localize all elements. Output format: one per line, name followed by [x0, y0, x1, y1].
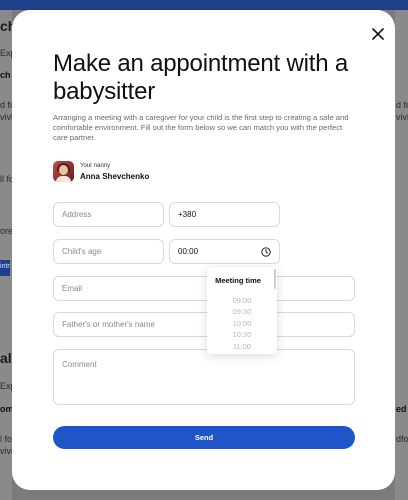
child-age-placeholder: Child's age — [62, 247, 102, 256]
time-option[interactable]: 11:00 — [207, 342, 277, 351]
time-option[interactable]: 10:00 — [207, 319, 277, 328]
parent-name-input[interactable]: Father's or mother's name — [53, 312, 355, 337]
dropdown-scrollbar[interactable] — [274, 269, 276, 289]
time-option[interactable]: 09:00 — [207, 296, 277, 305]
phone-input[interactable]: +380 — [169, 202, 280, 227]
address-placeholder: Address — [62, 210, 92, 219]
nanny-avatar — [53, 161, 74, 182]
meeting-time-value: 00:00 — [178, 247, 199, 256]
background-page-right — [395, 10, 408, 500]
background-page-left — [0, 10, 12, 500]
address-input[interactable]: Address — [53, 202, 164, 227]
email-placeholder: Email — [62, 284, 83, 293]
meeting-time-select[interactable]: 00:00 — [169, 239, 280, 264]
clock-icon — [261, 246, 271, 257]
time-option[interactable]: 09:30 — [207, 307, 277, 316]
background-text: intr — [0, 263, 10, 270]
appointment-modal: Make an appointment with a babysitter Ar… — [12, 10, 395, 490]
nanny-name: Anna Shevchenko — [80, 172, 150, 181]
close-icon — [372, 28, 384, 40]
nanny-label: Your nanny — [80, 163, 111, 169]
meeting-time-header: Meeting time — [215, 276, 261, 285]
background-text: dfo — [396, 434, 408, 444]
phone-value: +380 — [178, 210, 197, 219]
child-age-input[interactable]: Child's age — [53, 239, 164, 264]
background-text: vivi — [396, 112, 408, 122]
background-text: ed — [396, 404, 407, 414]
comment-textarea[interactable]: Comment — [53, 349, 355, 405]
background-text: l fo — [0, 434, 13, 444]
meeting-time-dropdown: Meeting time 09:00 09:30 10:00 10:30 11:… — [207, 267, 277, 354]
modal-description: Arranging a meeting with a caregiver for… — [53, 113, 349, 142]
send-button[interactable]: Send — [53, 426, 355, 449]
background-text: ch — [0, 70, 11, 80]
email-input[interactable]: Email — [53, 276, 355, 301]
comment-placeholder: Comment — [62, 360, 97, 369]
close-button[interactable] — [371, 27, 385, 41]
parent-name-placeholder: Father's or mother's name — [62, 320, 155, 329]
modal-title: Make an appointment with a babysitter — [53, 50, 348, 105]
time-option[interactable]: 10:30 — [207, 330, 277, 339]
background-text: d fo — [396, 100, 408, 110]
background-header — [0, 0, 408, 10]
